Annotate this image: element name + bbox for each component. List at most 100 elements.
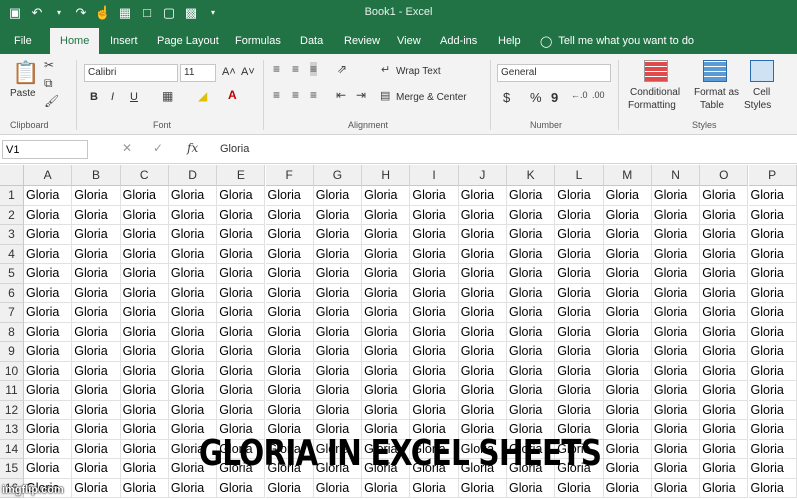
cell[interactable]: Gloria: [265, 322, 314, 342]
cell[interactable]: Gloria: [458, 186, 507, 206]
cell[interactable]: Gloria: [700, 459, 749, 479]
conditional-formatting-line1[interactable]: Conditional: [630, 87, 680, 98]
cell[interactable]: Gloria: [362, 361, 411, 381]
cell[interactable]: Gloria: [24, 205, 73, 225]
cell[interactable]: Gloria: [120, 400, 169, 420]
cell[interactable]: Gloria: [651, 459, 701, 479]
cell[interactable]: Gloria: [120, 322, 169, 342]
cell[interactable]: Gloria: [458, 264, 507, 284]
wrap-text-button[interactable]: Wrap Text: [396, 66, 441, 77]
align-bottom-icon[interactable]: ≡: [310, 62, 318, 76]
cell[interactable]: Gloria: [120, 283, 169, 303]
cell[interactable]: Gloria: [217, 303, 266, 323]
cell[interactable]: Gloria: [313, 322, 363, 342]
cell[interactable]: Gloria: [362, 478, 411, 498]
copy-icon[interactable]: ⧉: [44, 76, 53, 91]
cell[interactable]: Gloria: [458, 342, 507, 362]
cell[interactable]: Gloria: [120, 225, 169, 245]
column-header[interactable]: M: [603, 165, 652, 186]
cell[interactable]: Gloria: [72, 225, 121, 245]
cell[interactable]: Gloria: [603, 342, 652, 362]
cell[interactable]: Gloria: [168, 205, 218, 225]
cell[interactable]: Gloria: [507, 205, 556, 225]
row-header[interactable]: 3: [0, 225, 24, 245]
cell[interactable]: Gloria: [24, 459, 73, 479]
italic-button[interactable]: I: [111, 91, 114, 103]
row-header[interactable]: 8: [0, 322, 24, 342]
cell[interactable]: Gloria: [651, 400, 701, 420]
cell[interactable]: Gloria: [507, 244, 556, 264]
column-header[interactable]: H: [362, 165, 411, 186]
cell[interactable]: Gloria: [362, 264, 411, 284]
cell[interactable]: Gloria: [410, 264, 459, 284]
cell[interactable]: Gloria: [603, 322, 652, 342]
cell[interactable]: Gloria: [120, 342, 169, 362]
cell[interactable]: Gloria: [555, 478, 604, 498]
row-header[interactable]: 6: [0, 283, 24, 303]
cell[interactable]: Gloria: [410, 303, 459, 323]
cell[interactable]: Gloria: [217, 400, 266, 420]
column-header[interactable]: B: [72, 165, 121, 186]
row-header[interactable]: 14: [0, 439, 24, 459]
cell[interactable]: Gloria: [700, 361, 749, 381]
cell[interactable]: Gloria: [458, 303, 507, 323]
cell[interactable]: Gloria: [265, 361, 314, 381]
cell[interactable]: Gloria: [555, 303, 604, 323]
cell[interactable]: Gloria: [603, 205, 652, 225]
cell[interactable]: Gloria: [168, 478, 218, 498]
cell[interactable]: Gloria: [603, 303, 652, 323]
cell[interactable]: Gloria: [72, 322, 121, 342]
comma-button[interactable]: 9: [551, 90, 558, 105]
cell[interactable]: Gloria: [507, 361, 556, 381]
cell[interactable]: Gloria: [265, 400, 314, 420]
cell[interactable]: Gloria: [748, 361, 797, 381]
cell[interactable]: Gloria: [651, 244, 701, 264]
cell[interactable]: Gloria: [72, 186, 121, 206]
grow-font-button[interactable]: A˄: [222, 66, 236, 78]
cell[interactable]: Gloria: [410, 186, 459, 206]
cell[interactable]: Gloria: [700, 283, 749, 303]
align-top-icon[interactable]: ≡: [273, 62, 280, 76]
cell[interactable]: Gloria: [24, 264, 73, 284]
cell[interactable]: Gloria: [72, 400, 121, 420]
column-header[interactable]: D: [168, 165, 218, 186]
cell[interactable]: Gloria: [555, 205, 604, 225]
cell[interactable]: Gloria: [72, 303, 121, 323]
underline-button[interactable]: U: [130, 91, 138, 103]
cell[interactable]: Gloria: [700, 439, 749, 459]
cell[interactable]: Gloria: [313, 225, 363, 245]
cell[interactable]: Gloria: [24, 303, 73, 323]
cell[interactable]: Gloria: [313, 244, 363, 264]
cell[interactable]: Gloria: [265, 244, 314, 264]
cell[interactable]: Gloria: [120, 478, 169, 498]
cell[interactable]: Gloria: [313, 381, 363, 401]
cell[interactable]: Gloria: [362, 342, 411, 362]
column-header[interactable]: O: [700, 165, 749, 186]
cell[interactable]: Gloria: [748, 244, 797, 264]
cell[interactable]: Gloria: [217, 283, 266, 303]
tab-help[interactable]: Help: [498, 28, 521, 54]
cell[interactable]: Gloria: [265, 264, 314, 284]
cell[interactable]: Gloria: [217, 381, 266, 401]
cell[interactable]: Gloria: [313, 264, 363, 284]
cell[interactable]: Gloria: [555, 283, 604, 303]
cell[interactable]: Gloria: [748, 459, 797, 479]
column-header[interactable]: C: [120, 165, 169, 186]
cell[interactable]: Gloria: [748, 283, 797, 303]
cell[interactable]: Gloria: [24, 283, 73, 303]
row-header[interactable]: 13: [0, 420, 24, 440]
cell[interactable]: Gloria: [24, 400, 73, 420]
cell[interactable]: Gloria: [265, 342, 314, 362]
cell[interactable]: Gloria: [555, 322, 604, 342]
cell[interactable]: Gloria: [362, 303, 411, 323]
cell[interactable]: Gloria: [458, 225, 507, 245]
cell[interactable]: Gloria: [651, 264, 701, 284]
cell[interactable]: Gloria: [507, 478, 556, 498]
cell[interactable]: Gloria: [603, 264, 652, 284]
paste-icon[interactable]: 📋: [12, 60, 39, 86]
cell[interactable]: Gloria: [217, 342, 266, 362]
cell[interactable]: Gloria: [120, 459, 169, 479]
cell[interactable]: Gloria: [507, 381, 556, 401]
cell[interactable]: Gloria: [168, 361, 218, 381]
tab-data[interactable]: Data: [300, 28, 323, 54]
